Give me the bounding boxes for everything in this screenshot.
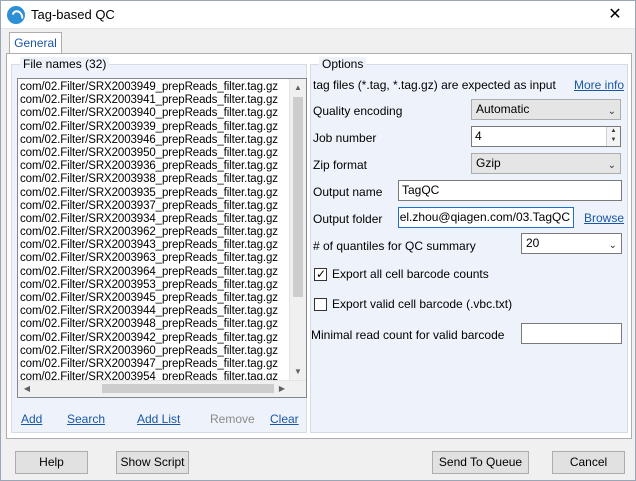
list-item[interactable]: com/02.Filter/SRX2003946_prepReads_filte… <box>20 134 290 147</box>
chevron-down-icon: ⌄ <box>607 106 616 117</box>
add-link[interactable]: Add <box>21 412 42 426</box>
add-list-link[interactable]: Add List <box>137 412 180 426</box>
list-item[interactable]: com/02.Filter/SRX2003948_prepReads_filte… <box>20 318 290 331</box>
file-names-group: File names (32) com/02.Filter/SRX2003949… <box>11 57 307 433</box>
min-read-count-input[interactable] <box>521 323 622 344</box>
list-item[interactable]: com/02.Filter/SRX2003934_prepReads_filte… <box>20 213 290 226</box>
chevron-down-icon: ⌄ <box>608 240 617 251</box>
scroll-right-icon[interactable]: ▶ <box>274 381 290 397</box>
list-item[interactable]: com/02.Filter/SRX2003949_prepReads_filte… <box>20 81 290 94</box>
list-item[interactable]: com/02.Filter/SRX2003950_prepReads_filte… <box>20 147 290 160</box>
list-item[interactable]: com/02.Filter/SRX2003936_prepReads_filte… <box>20 160 290 173</box>
output-name-label: Output name <box>313 185 383 199</box>
more-info-link[interactable]: More info <box>574 78 624 92</box>
export-all-checkbox[interactable]: ✓ <box>314 267 327 281</box>
output-name-input[interactable]: TagQC <box>398 180 622 201</box>
options-header: Options <box>319 57 367 71</box>
list-item[interactable]: com/02.Filter/SRX2003937_prepReads_filte… <box>20 200 290 213</box>
help-button[interactable]: Help <box>15 451 88 474</box>
spin-down-icon[interactable]: ▼ <box>607 136 620 145</box>
list-item[interactable]: com/02.Filter/SRX2003938_prepReads_filte… <box>20 173 290 186</box>
quality-encoding-label: Quality encoding <box>313 104 403 118</box>
zip-format-value: Gzip <box>476 156 501 170</box>
vertical-scroll-thumb[interactable] <box>293 97 303 297</box>
quantiles-label: # of quantiles for QC summary <box>313 239 476 253</box>
cancel-button[interactable]: Cancel <box>552 451 625 474</box>
list-item[interactable]: com/02.Filter/SRX2003945_prepReads_filte… <box>20 292 290 305</box>
list-item[interactable]: com/02.Filter/SRX2003944_prepReads_filte… <box>20 305 290 318</box>
scroll-left-icon[interactable]: ◀ <box>19 381 35 397</box>
list-item[interactable]: com/02.Filter/SRX2003939_prepReads_filte… <box>20 121 290 134</box>
zip-format-select[interactable]: Gzip ⌄ <box>471 153 621 174</box>
job-number-label: Job number <box>313 131 377 145</box>
quality-encoding-value: Automatic <box>476 102 530 116</box>
general-tab-panel: File names (32) com/02.Filter/SRX2003949… <box>6 53 632 439</box>
export-valid-label[interactable]: Export valid cell barcode (.vbc.txt) <box>332 297 512 311</box>
horizontal-scroll-thumb[interactable] <box>102 384 274 393</box>
spinner-buttons[interactable]: ▲ ▼ <box>606 127 620 146</box>
scroll-down-icon[interactable]: ▼ <box>290 364 306 380</box>
list-item[interactable]: com/02.Filter/SRX2003942_prepReads_filte… <box>20 332 290 345</box>
search-link[interactable]: Search <box>67 412 105 426</box>
list-item[interactable]: com/02.Filter/SRX2003941_prepReads_filte… <box>20 94 290 107</box>
quantiles-value: 20 <box>526 236 540 250</box>
list-item[interactable]: com/02.Filter/SRX2003960_prepReads_filte… <box>20 345 290 358</box>
vertical-scrollbar[interactable]: ▲ ▼ <box>289 79 306 381</box>
tag-qc-dialog: Tag-based QC ✕ General File names (32) c… <box>0 0 636 481</box>
quality-encoding-select[interactable]: Automatic ⌄ <box>471 99 621 120</box>
export-valid-checkbox[interactable] <box>314 298 327 311</box>
chevron-down-icon: ⌄ <box>607 160 616 171</box>
list-item[interactable]: com/02.Filter/SRX2003940_prepReads_filte… <box>20 107 290 120</box>
app-logo-icon <box>7 6 25 24</box>
horizontal-scrollbar[interactable]: ◀ ▶ <box>18 380 306 397</box>
list-item[interactable]: com/02.Filter/SRX2003935_prepReads_filte… <box>20 187 290 200</box>
title-bar: Tag-based QC ✕ <box>1 1 635 29</box>
zip-format-label: Zip format <box>313 158 368 172</box>
job-number-value: 4 <box>475 129 482 143</box>
options-group: Options tag files (*.tag, *.tag.gz) are … <box>310 57 628 433</box>
output-folder-input[interactable]: daniel.zhou@qiagen.com/03.TagQC <box>398 207 574 228</box>
clear-link[interactable]: Clear <box>270 412 299 426</box>
job-number-stepper[interactable]: 4 ▲ ▼ <box>471 126 621 147</box>
list-item[interactable]: com/02.Filter/SRX2003943_prepReads_filte… <box>20 239 290 252</box>
list-item[interactable]: com/02.Filter/SRX2003947_prepReads_filte… <box>20 358 290 371</box>
window-title: Tag-based QC <box>31 7 115 22</box>
file-list-items: com/02.Filter/SRX2003949_prepReads_filte… <box>20 81 290 397</box>
quantiles-select[interactable]: 20 ⌄ <box>521 233 622 254</box>
list-item[interactable]: com/02.Filter/SRX2003953_prepReads_filte… <box>20 279 290 292</box>
list-item[interactable]: com/02.Filter/SRX2003962_prepReads_filte… <box>20 226 290 239</box>
min-read-count-label: Minimal read count for valid barcode <box>311 328 505 342</box>
list-item[interactable]: com/02.Filter/SRX2003963_prepReads_filte… <box>20 252 290 265</box>
browse-link[interactable]: Browse <box>584 211 624 225</box>
remove-link: Remove <box>210 412 255 426</box>
list-item[interactable]: com/02.Filter/SRX2003964_prepReads_filte… <box>20 266 290 279</box>
file-list[interactable]: com/02.Filter/SRX2003949_prepReads_filte… <box>17 78 307 398</box>
file-names-header: File names (32) <box>20 57 110 71</box>
show-script-button[interactable]: Show Script <box>116 451 189 474</box>
output-folder-value: daniel.zhou@qiagen.com/03.TagQC <box>398 210 570 224</box>
export-all-label[interactable]: Export all cell barcode counts <box>332 267 489 281</box>
input-note: tag files (*.tag, *.tag.gz) are expected… <box>313 78 556 92</box>
scroll-up-icon[interactable]: ▲ <box>290 80 306 96</box>
close-button[interactable]: ✕ <box>605 5 625 25</box>
output-folder-label: Output folder <box>313 212 383 226</box>
checkmark-icon: ✓ <box>315 267 327 281</box>
send-to-queue-button[interactable]: Send To Queue <box>432 451 529 474</box>
tab-general[interactable]: General <box>9 32 62 54</box>
spin-up-icon[interactable]: ▲ <box>607 127 620 136</box>
